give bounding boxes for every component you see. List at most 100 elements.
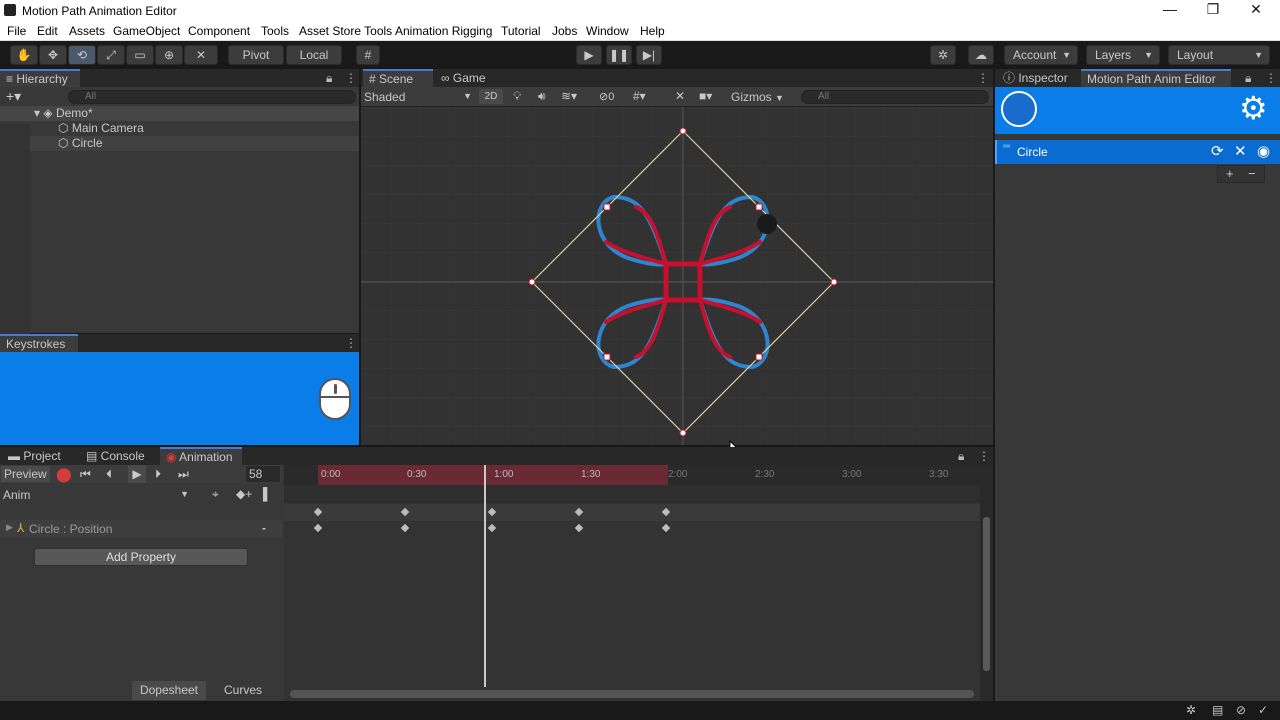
close-button[interactable]: ✕ (1236, 1, 1276, 18)
menu-component[interactable]: Component (188, 24, 250, 38)
layout-dropdown[interactable]: Layout ▼ (1168, 45, 1270, 65)
scene-row[interactable]: ▾ ◈ Demo* (0, 106, 359, 121)
tab-scene[interactable]: # Scene (363, 69, 433, 87)
grid-icon[interactable]: #▾ (633, 89, 646, 103)
camera-icon[interactable]: ■▾ (699, 89, 712, 103)
rect-tool-icon[interactable]: ▭ (126, 45, 154, 65)
cloud-icon[interactable]: ☁ (968, 45, 994, 65)
scene-viewport[interactable] (361, 107, 993, 445)
move-tool-icon[interactable]: ✥ (39, 45, 67, 65)
gizmos-dropdown[interactable]: Gizmos ▼ (731, 90, 791, 104)
vertical-scrollbar[interactable] (983, 517, 990, 671)
record-button-icon[interactable]: ⬤ (56, 466, 72, 483)
tab-dopesheet[interactable]: Dopesheet (132, 681, 206, 700)
preview-toggle[interactable]: Preview (1, 466, 50, 482)
transform-tool-icon[interactable]: ⊕ (155, 45, 183, 65)
effects-icon[interactable]: ≋▾ (561, 89, 577, 103)
kebab-menu-icon[interactable]: ⋮ (1265, 71, 1277, 85)
tab-keystrokes[interactable]: Keystrokes (0, 334, 78, 352)
add-event-icon[interactable]: ▌ (263, 487, 272, 501)
hand-tool-icon[interactable]: ✋ (10, 45, 38, 65)
next-frame-icon[interactable]: ⏵ (155, 467, 161, 482)
kebab-menu-icon[interactable]: ⋮ (977, 71, 989, 85)
clip-dropdown[interactable]: Anim ▼ (3, 488, 189, 502)
tab-inspector[interactable]: ⓘ Inspector (997, 69, 1079, 87)
rotate-tool-icon[interactable]: ⟲ (68, 45, 96, 65)
menu-edit[interactable]: Edit (37, 24, 58, 38)
play-button[interactable]: ▶ (576, 45, 602, 65)
menu-tools[interactable]: Tools (261, 24, 289, 38)
grid-snap-icon[interactable]: # (356, 45, 380, 65)
gear-icon[interactable]: ⚙ (1239, 91, 1268, 125)
hierarchy-item-circle[interactable]: ⬡ Circle (0, 136, 359, 151)
circle-object[interactable] (757, 214, 777, 234)
2d-toggle[interactable]: 2D (479, 89, 503, 104)
menu-help[interactable]: Help (640, 24, 665, 38)
tab-hierarchy[interactable]: ≡ Hierarchy (0, 69, 80, 87)
tab-console[interactable]: ▤ Console (80, 447, 156, 465)
kebab-menu-icon[interactable]: ⋮ (978, 449, 990, 463)
first-frame-icon[interactable]: ⏮ (80, 467, 91, 482)
frame-input[interactable]: 58 (246, 466, 280, 482)
kebab-menu-icon[interactable]: ⋮ (345, 71, 357, 85)
local-toggle[interactable]: Local (286, 45, 342, 65)
dopesheet-area[interactable] (284, 465, 980, 701)
drag-handle-icon[interactable]: ═ (1003, 141, 1010, 152)
expand-arrow-icon[interactable]: ▶ (6, 522, 13, 533)
status-check-icon[interactable]: ✓ (1258, 703, 1268, 717)
add-property-button[interactable]: Add Property (34, 548, 248, 566)
layers-dropdown[interactable]: Layers ▼ (1086, 45, 1160, 65)
tab-curves[interactable]: Curves (208, 681, 278, 700)
remove-button[interactable]: − (1248, 166, 1256, 181)
debug-icon[interactable]: ✲ (1186, 703, 1196, 717)
shading-dropdown[interactable]: Shaded ▼ (364, 90, 472, 104)
menu-tutorial[interactable]: Tutorial (501, 24, 541, 38)
menu-gameobject[interactable]: GameObject (113, 24, 180, 38)
custom-tool-icon[interactable]: ✕ (184, 45, 218, 65)
scene-search-input[interactable]: All (801, 90, 989, 104)
lock-icon[interactable]: 🔒︎ (326, 71, 332, 86)
pause-button[interactable]: ❚❚ (606, 45, 632, 65)
lock-icon[interactable]: 🔒︎ (1245, 71, 1251, 86)
menu-window[interactable]: Window (586, 24, 629, 38)
refresh-icon[interactable]: ⟳ (1211, 142, 1224, 160)
last-frame-icon[interactable]: ⏭ (178, 467, 189, 482)
menu-animation-rigging[interactable]: Animation Rigging (395, 24, 492, 38)
play-animation-icon[interactable]: ▶ (128, 465, 146, 483)
minimize-button[interactable]: — (1150, 1, 1190, 17)
lighting-icon[interactable]: 💡︎ (513, 89, 521, 104)
collab-icon[interactable]: ✲ (930, 45, 956, 65)
menu-assets[interactable]: Assets (69, 24, 105, 38)
account-dropdown[interactable]: Account ▼ (1004, 45, 1078, 65)
hierarchy-item-main-camera[interactable]: ⬡ Main Camera (0, 121, 359, 136)
path-item-circle[interactable]: ═ Circle ⟳ ✕ ◉ (995, 140, 1280, 164)
lock-icon[interactable]: 🔒︎ (958, 449, 964, 464)
tools-icon[interactable]: ✕ (1234, 142, 1247, 160)
property-row[interactable]: ▶ ⅄ Circle : Position - (0, 520, 282, 537)
tab-game[interactable]: ∞ Game (435, 69, 505, 87)
scale-tool-icon[interactable]: ⤢ (97, 45, 125, 65)
prev-frame-icon[interactable]: ⏴ (106, 467, 112, 482)
filter-keys-icon[interactable]: ⌖ (212, 487, 219, 502)
menu-file[interactable]: File (7, 24, 26, 38)
visibility-eye-icon[interactable]: ◉ (1257, 142, 1270, 160)
audio-icon[interactable]: 🔊︎ (538, 89, 546, 104)
step-button[interactable]: ▶| (636, 45, 662, 65)
hidden-objects-icon[interactable]: ⊘0 (599, 90, 614, 103)
tab-project[interactable]: ▬ Project (2, 447, 76, 465)
menu-asset-store-tools[interactable]: Asset Store Tools (299, 24, 392, 38)
kebab-menu-icon[interactable]: ⋮ (345, 336, 357, 350)
tab-animation[interactable]: ◉ Animation (160, 447, 242, 465)
add-keyframe-icon[interactable]: ◆+ (236, 487, 252, 501)
horizontal-scrollbar[interactable] (290, 690, 974, 698)
hierarchy-search-input[interactable]: All (68, 90, 356, 104)
collapse-button[interactable]: - (262, 521, 266, 535)
menu-jobs[interactable]: Jobs (552, 24, 577, 38)
add-object-button[interactable]: +▾ (6, 88, 21, 105)
tools-icon[interactable]: ✕ (675, 89, 685, 103)
pivot-toggle[interactable]: Pivot (228, 45, 284, 65)
progress-icon[interactable]: ▤ (1212, 703, 1223, 717)
maximize-button[interactable]: ❐ (1193, 1, 1233, 18)
tab-motion-path-anim-editor[interactable]: Motion Path Anim Editor (1081, 69, 1231, 87)
add-button[interactable]: + (1226, 166, 1234, 181)
